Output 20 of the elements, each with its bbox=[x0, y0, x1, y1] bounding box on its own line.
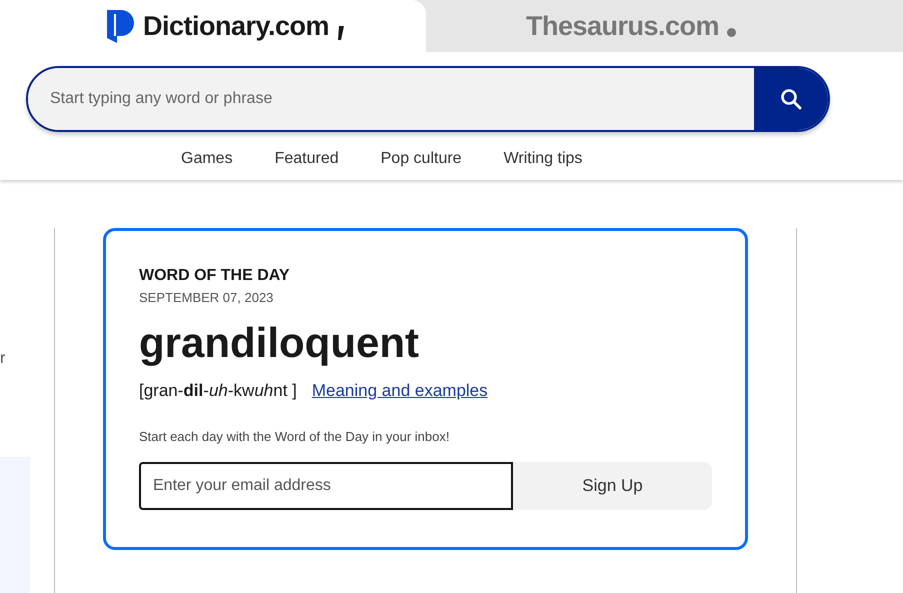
dot-icon bbox=[727, 28, 736, 36]
meaning-link[interactable]: Meaning and examples bbox=[312, 381, 488, 401]
site-tab[interactable]: Dictionary.com bbox=[0, 0, 426, 52]
comma-icon bbox=[337, 26, 346, 40]
nav-link[interactable]: Writing tips bbox=[482, 150, 604, 168]
card-date: SEPTEMBER 07, 2023 bbox=[139, 290, 274, 305]
search-icon bbox=[780, 88, 802, 110]
pronunciation: [gran-dil-uh-kwuhnt ] bbox=[139, 381, 297, 401]
word-title: grandiloquent bbox=[139, 319, 420, 367]
search-field[interactable]: Start typing any word or phrase bbox=[26, 66, 830, 132]
card-heading: WORD OF THE DAY bbox=[139, 267, 291, 285]
nav-link[interactable]: Featured bbox=[254, 150, 360, 168]
sign-up-button[interactable]: Sign Up bbox=[513, 462, 712, 510]
nav-link[interactable]: Pop culture bbox=[360, 150, 483, 168]
email-field[interactable]: Enter your email address bbox=[139, 462, 513, 510]
signup-prompt: Start each day with the Word of the Day in your inbox! bbox=[139, 429, 450, 444]
search-button[interactable] bbox=[754, 68, 828, 130]
side-text: r bbox=[0, 350, 6, 368]
nav-link[interactable]: Games bbox=[160, 150, 254, 168]
book-logo-icon bbox=[105, 8, 135, 44]
